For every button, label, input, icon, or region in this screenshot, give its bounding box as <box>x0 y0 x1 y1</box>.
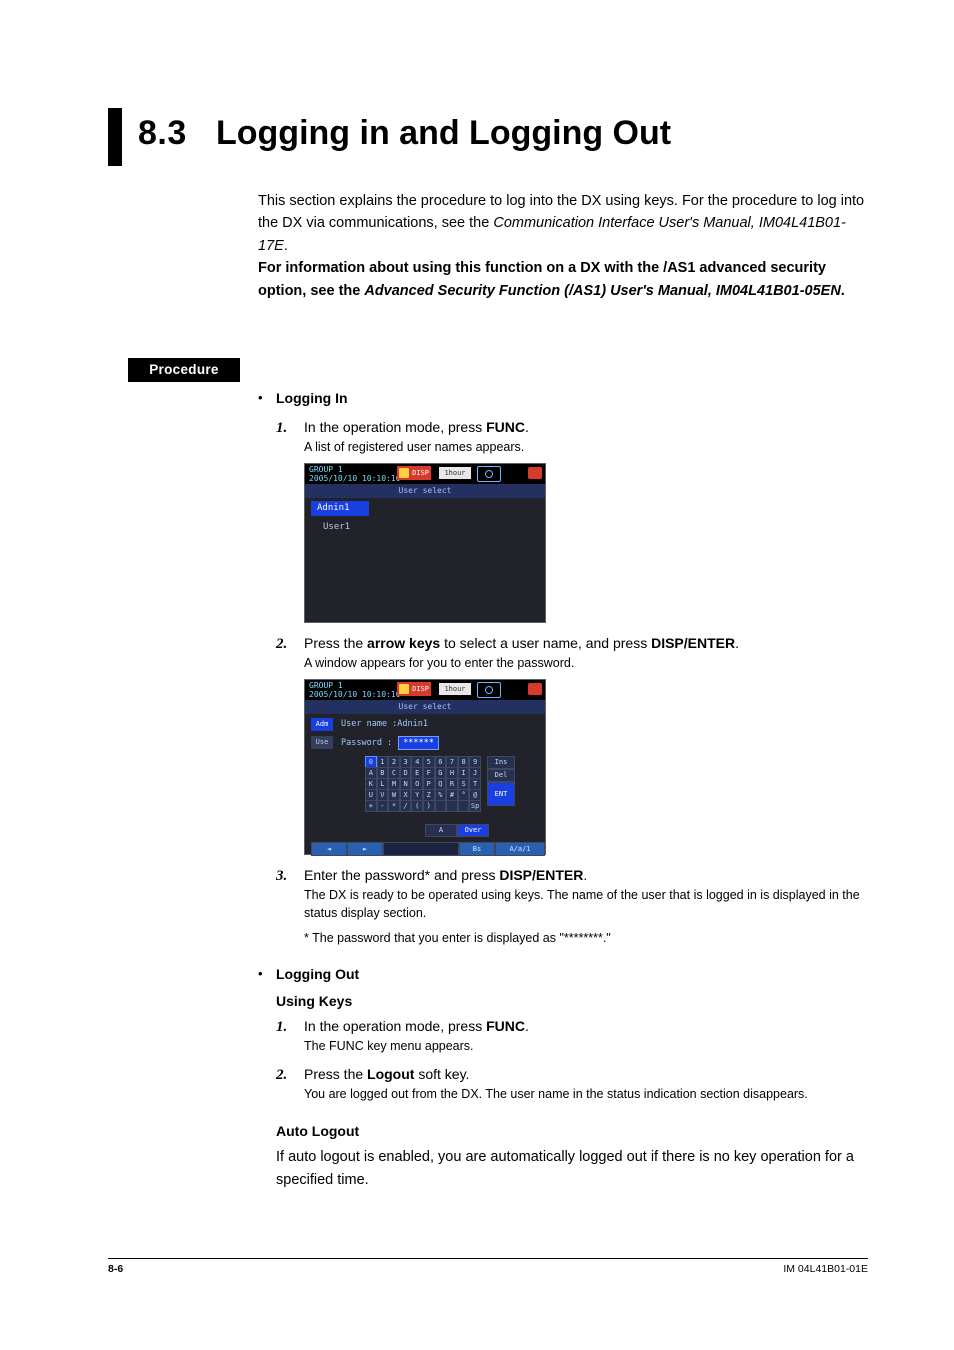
pw-value: ****** <box>398 736 439 751</box>
pw-label: Password : <box>341 738 392 748</box>
key-b48 <box>458 800 470 812</box>
scr2-bar: User select <box>305 700 545 714</box>
logout-s1a: In the operation mode, press <box>304 1018 486 1034</box>
logout-title: Logging Out <box>276 964 359 985</box>
login-s2b: arrow keys <box>367 635 440 651</box>
logout-s2-small: You are logged out from the DX. The user… <box>304 1085 878 1104</box>
key-bs: Bs <box>459 842 495 856</box>
logout-step1-num: 1. <box>276 1016 292 1039</box>
intro-p1b: . <box>284 238 288 254</box>
speaker-icon-2 <box>528 683 542 695</box>
scr1-ts: 2005/10/10 10:10:10 <box>309 474 401 483</box>
screenshot-user-select: GROUP 1 2005/10/10 10:10:10 DISP 1hour U… <box>304 463 546 623</box>
heading-number: 8.3 <box>138 114 187 153</box>
logout-s2c: soft key. <box>414 1066 469 1082</box>
login-s2e: . <box>735 635 739 651</box>
logout-s1c: . <box>525 1018 529 1034</box>
login-s3b: DISP/ENTER <box>499 867 583 883</box>
heading-title: Logging in and Logging Out <box>216 114 671 153</box>
login-s2a: Press the <box>304 635 367 651</box>
key-spacer <box>383 842 459 856</box>
logout-step2-num: 2. <box>276 1064 292 1087</box>
bullet-icon: • <box>258 388 266 408</box>
key-case: A/a/1 <box>495 842 545 856</box>
key-right: ► <box>347 842 383 856</box>
login-s3c: . <box>583 867 587 883</box>
logout-s2a: Press the <box>304 1066 367 1082</box>
page-footer: 8-6 IM 04L41B01-01E <box>108 1258 868 1275</box>
intro-p2-em: Advanced Security Function (/AS1) User's… <box>364 283 840 299</box>
scr1-bar: User select <box>305 484 545 498</box>
key-plus: + <box>365 800 377 812</box>
login-title: Logging In <box>276 388 348 409</box>
speaker-icon <box>528 467 542 479</box>
span-badge-2: 1hour <box>439 683 471 695</box>
key-b47 <box>446 800 458 812</box>
logout-s2b: Logout <box>367 1066 414 1082</box>
key-b46 <box>435 800 447 812</box>
screenshot-password: GROUP 1 2005/10/10 10:10:10 DISP 1hour U… <box>304 679 546 855</box>
logout-s1b: FUNC <box>486 1018 525 1034</box>
doc-id: IM 04L41B01-01E <box>783 1263 868 1275</box>
onscreen-keyboard: 0 1 2 3 4 5 6 7 8 9 A B C D E F <box>365 756 481 811</box>
scr1-user: User1 <box>313 519 545 535</box>
camera-icon-2 <box>477 682 501 698</box>
logout-sub1: Using Keys <box>276 991 878 1012</box>
key-lp: ( <box>411 800 423 812</box>
step-1-num: 1. <box>276 417 292 440</box>
use-chip: Use <box>311 736 333 749</box>
auto-logout-text: If auto logout is enabled, you are autom… <box>276 1146 878 1191</box>
intro-text: This section explains the procedure to l… <box>258 190 868 302</box>
key-minus: - <box>377 800 389 812</box>
login-s2c: to select a user name, and press <box>440 635 651 651</box>
login-s1c: . <box>525 419 529 435</box>
step-2-num: 2. <box>276 633 292 656</box>
login-s1a: In the operation mode, press <box>304 419 486 435</box>
scr2-ts: 2005/10/10 10:10:10 <box>309 690 401 699</box>
un-label: User name : <box>341 719 397 729</box>
login-s2-small: A window appears for you to enter the pa… <box>304 654 878 673</box>
disp-icon <box>399 468 409 478</box>
procedure-label: Procedure <box>128 358 240 382</box>
key-ins: Ins <box>487 756 515 769</box>
scr2-group: GROUP 1 <box>309 681 343 690</box>
key-rp: ) <box>423 800 435 812</box>
key-ent: ENT <box>487 782 515 806</box>
logout-sub2: Auto Logout <box>276 1121 878 1142</box>
disp-icon-2 <box>399 684 409 694</box>
key-del: Del <box>487 769 515 782</box>
key-over: Over <box>457 824 489 837</box>
login-s3-small: The DX is ready to be operated using key… <box>304 886 878 924</box>
login-s3-note: * The password that you enter is display… <box>304 929 878 948</box>
login-s1b: FUNC <box>486 419 525 435</box>
key-div: / <box>400 800 412 812</box>
login-s2d: DISP/ENTER <box>651 635 735 651</box>
intro-p2b: . <box>841 283 845 299</box>
logout-s1-small: The FUNC key menu appears. <box>304 1037 878 1056</box>
camera-icon <box>477 466 501 482</box>
key-a-mode: A <box>425 824 457 837</box>
bullet-icon-2: • <box>258 964 266 984</box>
heading-bar <box>108 108 122 166</box>
scr1-admin: Adnin1 <box>311 501 369 516</box>
scr1-group: GROUP 1 <box>309 465 343 474</box>
span-badge: 1hour <box>439 467 471 479</box>
step-3-num: 3. <box>276 865 292 888</box>
key-mul: * <box>388 800 400 812</box>
page-number: 8-6 <box>108 1263 123 1275</box>
key-sp: Sp <box>469 800 481 812</box>
adm-chip: Adm <box>311 718 333 731</box>
login-s1-small: A list of registered user names appears. <box>304 438 878 457</box>
key-left: ◄ <box>311 842 347 856</box>
un-value: Adnin1 <box>397 719 428 729</box>
login-s3a: Enter the password* and press <box>304 867 499 883</box>
